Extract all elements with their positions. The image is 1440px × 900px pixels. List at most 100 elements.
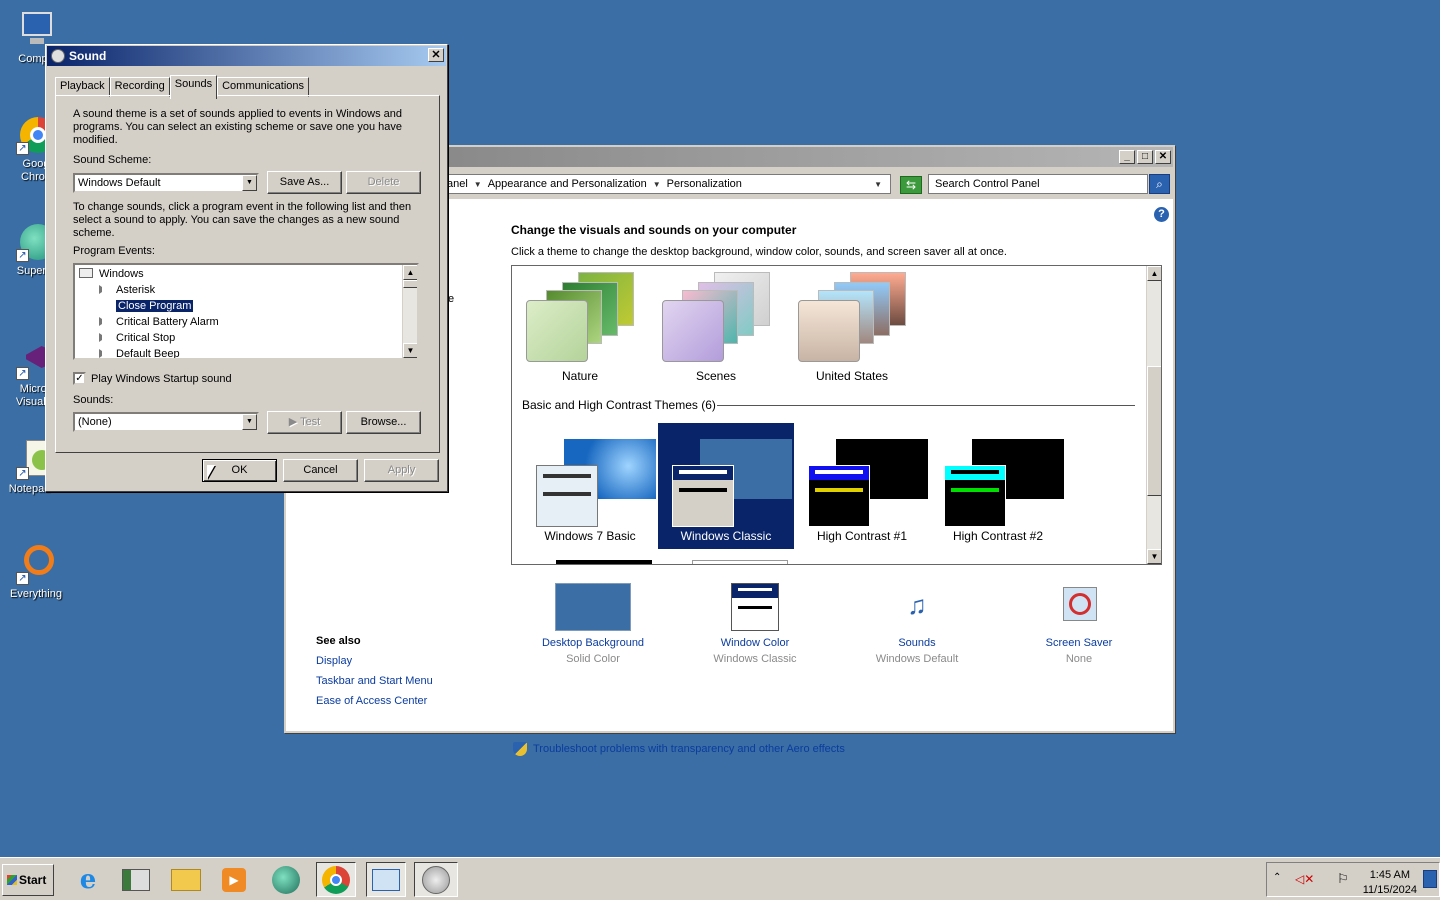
theme-high-contrast-2[interactable]: High Contrast #2 bbox=[930, 423, 1066, 545]
scroll-thumb[interactable] bbox=[403, 280, 417, 288]
save-as-button[interactable]: Save As... bbox=[267, 171, 342, 194]
help-icon[interactable]: ? bbox=[1154, 207, 1169, 222]
mouse-cursor-icon bbox=[207, 465, 215, 479]
media-player-icon[interactable]: ▶ bbox=[214, 862, 254, 897]
event-critical-battery-alarm[interactable]: Critical Battery Alarm bbox=[99, 315, 219, 329]
theme-list[interactable]: Nature Scenes United States Basic and Hi… bbox=[511, 265, 1162, 565]
volume-muted-icon[interactable]: ◁✕ bbox=[1295, 872, 1314, 886]
sound-scheme-select[interactable]: Windows Default ▼ bbox=[73, 173, 259, 193]
sound-icon[interactable] bbox=[414, 862, 458, 897]
scroll-down-icon[interactable]: ▼ bbox=[403, 343, 417, 358]
test-button[interactable]: ▶ Test bbox=[267, 411, 342, 434]
start-label: Start bbox=[19, 873, 47, 887]
delete-button[interactable]: Delete bbox=[346, 171, 421, 194]
troubleshoot-link[interactable]: Troubleshoot problems with transparency … bbox=[513, 742, 845, 756]
tree-root-windows[interactable]: Windows bbox=[79, 267, 144, 281]
chrome-icon[interactable] bbox=[316, 862, 356, 897]
sounds-item[interactable]: ♫ Sounds Windows Default bbox=[847, 583, 987, 665]
breadcrumb-control-panel[interactable]: anel bbox=[447, 178, 468, 190]
sound-scheme-label: Sound Scheme: bbox=[73, 154, 152, 166]
high-contrast-2-thumbnail-icon bbox=[944, 429, 1064, 527]
apply-button[interactable]: Apply bbox=[364, 459, 439, 482]
desktop-icon-everything[interactable]: ↗ Everything bbox=[0, 545, 72, 601]
show-desktop-button[interactable] bbox=[1423, 870, 1437, 888]
action-center-flag-icon[interactable]: ⚐ bbox=[1337, 871, 1349, 887]
internet-explorer-icon[interactable]: e bbox=[68, 862, 108, 897]
server-manager-icon[interactable] bbox=[116, 862, 156, 897]
clock-date: 11/15/2024 bbox=[1362, 884, 1417, 896]
window-color-item[interactable]: Window Color Windows Classic bbox=[685, 583, 825, 665]
breadcrumb-personalization[interactable]: Personalization bbox=[667, 178, 742, 190]
start-button[interactable]: Start bbox=[2, 864, 54, 896]
speaker-icon bbox=[99, 317, 108, 326]
window-color-link[interactable]: Window Color bbox=[721, 637, 789, 649]
troubleshoot-link-text[interactable]: Troubleshoot problems with transparency … bbox=[533, 743, 845, 755]
sounds-select[interactable]: (None) ▼ bbox=[73, 412, 259, 432]
sounds-value: Windows Default bbox=[875, 653, 959, 665]
theme-windows-7-basic[interactable]: Windows 7 Basic bbox=[522, 423, 658, 545]
scroll-up-icon[interactable]: ▲ bbox=[403, 265, 417, 280]
theme-windows-classic[interactable]: Windows Classic bbox=[658, 423, 794, 549]
close-button[interactable]: ✕ bbox=[1155, 150, 1171, 164]
search-input[interactable]: Search Control Panel bbox=[928, 174, 1148, 194]
control-panel-icon[interactable] bbox=[366, 862, 406, 897]
see-also-title: See also bbox=[316, 635, 361, 647]
theme-united-states[interactable]: United States bbox=[784, 266, 920, 388]
browse-button[interactable]: Browse... bbox=[346, 411, 421, 434]
tab-sounds[interactable]: Sounds bbox=[169, 75, 218, 99]
event-label: Close Program bbox=[114, 299, 195, 313]
startup-sound-checkbox[interactable]: ✓ Play Windows Startup sound bbox=[73, 372, 232, 385]
program-events-list[interactable]: Windows Asterisk Close Program Critical … bbox=[73, 263, 419, 360]
theme-list-scrollbar[interactable]: ▲ ▼ bbox=[1146, 266, 1161, 564]
screen-saver-item[interactable]: Screen Saver None bbox=[1009, 583, 1149, 665]
see-also-display-link[interactable]: Display bbox=[316, 655, 433, 667]
see-also-ease-of-access-link[interactable]: Ease of Access Center bbox=[316, 695, 433, 707]
tab-recording[interactable]: Recording bbox=[109, 77, 170, 97]
close-icon[interactable]: ✕ bbox=[428, 48, 444, 62]
address-dropdown-icon[interactable]: ▼ bbox=[874, 180, 882, 189]
theme-high-contrast-1[interactable]: High Contrast #1 bbox=[794, 423, 930, 545]
high-contrast-1-thumbnail-icon bbox=[808, 429, 928, 527]
breadcrumb-chevron-icon[interactable]: ▼ bbox=[474, 180, 482, 189]
sounds-link[interactable]: Sounds bbox=[898, 637, 935, 649]
chevron-down-icon[interactable]: ▼ bbox=[242, 414, 257, 430]
checkmark-icon[interactable]: ✓ bbox=[73, 372, 86, 385]
breadcrumb-chevron-icon[interactable]: ▼ bbox=[653, 180, 661, 189]
clock[interactable]: 1:45 AM 11/15/2024 bbox=[1363, 868, 1417, 898]
theme-label: Windows Classic bbox=[680, 529, 772, 543]
windows-7-basic-thumbnail-icon bbox=[536, 429, 656, 527]
events-scrollbar[interactable]: ▲ ▼ bbox=[402, 265, 417, 358]
desktop-background-link[interactable]: Desktop Background bbox=[542, 637, 644, 649]
file-explorer-icon[interactable] bbox=[166, 862, 206, 897]
shortcut-arrow-icon: ↗ bbox=[16, 367, 29, 380]
event-critical-stop[interactable]: Critical Stop bbox=[99, 331, 175, 345]
theme-scenes[interactable]: Scenes bbox=[648, 266, 784, 388]
maximize-button[interactable]: □ bbox=[1137, 150, 1153, 164]
scroll-down-icon[interactable]: ▼ bbox=[1147, 549, 1161, 564]
theme-nature[interactable]: Nature bbox=[512, 266, 648, 388]
screen-saver-link[interactable]: Screen Saver bbox=[1046, 637, 1113, 649]
show-hidden-icons-icon[interactable]: ⌃ bbox=[1273, 872, 1281, 883]
supermium-icon[interactable] bbox=[266, 862, 306, 897]
theme-label: Windows 7 Basic bbox=[544, 529, 636, 543]
breadcrumb-appearance[interactable]: Appearance and Personalization bbox=[488, 178, 647, 190]
search-icon[interactable]: ⌕ bbox=[1149, 174, 1170, 194]
event-default-beep[interactable]: Default Beep bbox=[99, 347, 180, 358]
event-asterisk[interactable]: Asterisk bbox=[99, 283, 155, 297]
event-close-program[interactable]: Close Program bbox=[99, 299, 195, 313]
tab-communications[interactable]: Communications bbox=[217, 77, 310, 97]
chevron-down-icon[interactable]: ▼ bbox=[242, 175, 257, 191]
address-bar[interactable]: anel ▼ Appearance and Personalization ▼ … bbox=[446, 174, 891, 194]
sound-scheme-value: Windows Default bbox=[78, 177, 161, 189]
cancel-button[interactable]: Cancel bbox=[283, 459, 358, 482]
scroll-thumb[interactable] bbox=[1147, 366, 1161, 496]
sound-dialog-title-bar[interactable]: Sound ✕ bbox=[47, 46, 446, 66]
tab-playback[interactable]: Playback bbox=[55, 77, 110, 97]
change-sounds-instructions: To change sounds, click a program event … bbox=[73, 201, 412, 239]
scroll-up-icon[interactable]: ▲ bbox=[1147, 266, 1161, 281]
minimize-button[interactable]: _ bbox=[1119, 150, 1135, 164]
desktop-background-item[interactable]: Desktop Background Solid Color bbox=[523, 583, 663, 665]
see-also-taskbar-link[interactable]: Taskbar and Start Menu bbox=[316, 675, 433, 687]
screen-saver-icon bbox=[1055, 583, 1103, 631]
refresh-icon[interactable]: ⇆ bbox=[900, 176, 922, 194]
